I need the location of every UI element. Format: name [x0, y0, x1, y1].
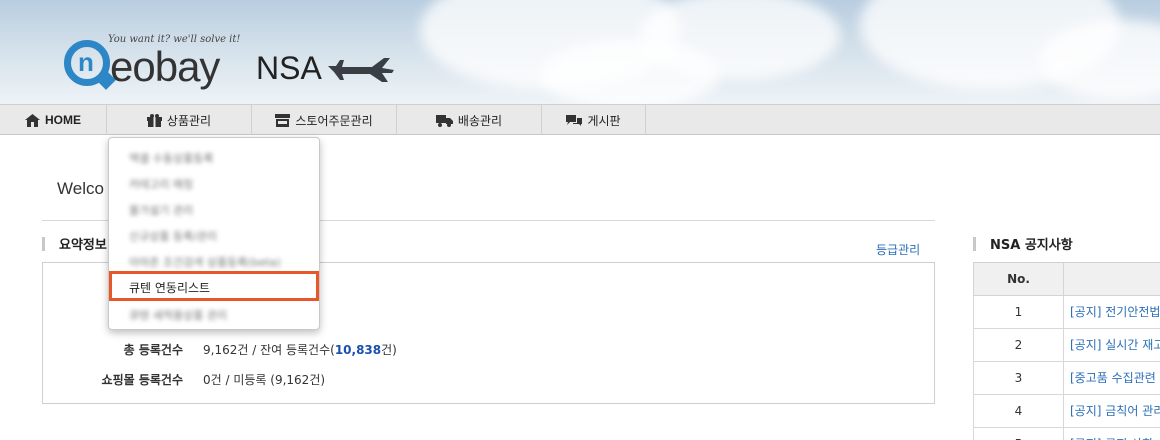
menu-item-price-manage[interactable]: 물가설기 관리	[129, 202, 193, 218]
notice-table: No. 1 [공지] 전기안전법 2 [공지] 실시간 재고 3 [중고품 수집…	[973, 262, 1160, 440]
notice-row-no: 2	[974, 329, 1064, 362]
menu-item-new-product[interactable]: 신규상품 등록/관리	[129, 228, 217, 244]
table-row[interactable]: 5 [공지] 공지 사항	[973, 428, 1160, 440]
table-row[interactable]: 4 [공지] 금칙어 관리	[973, 395, 1160, 428]
nav-shipping[interactable]: 배송관리	[397, 105, 542, 135]
notice-table-header: No.	[973, 263, 1160, 296]
gift-icon	[146, 113, 162, 127]
section-bar	[973, 236, 976, 251]
total-registered-value: 9,162건 / 잔여 등록건수(10,838건)	[203, 343, 397, 357]
welcome-text: Welco	[57, 179, 104, 198]
table-row[interactable]: 1 [공지] 전기안전법	[973, 296, 1160, 329]
truck-icon	[435, 114, 453, 127]
summary-title: 요약정보	[42, 234, 107, 253]
total-registered-label: 총 등록건수	[123, 343, 183, 357]
nav-store-orders[interactable]: 스토어주문관리	[252, 105, 397, 135]
grade-management-link[interactable]: 등급관리	[876, 241, 920, 258]
menu-item-amazon-search[interactable]: 아마존 조건검색 상품등록(beta)	[129, 254, 281, 270]
notice-col-no: No.	[974, 263, 1064, 296]
notice-row-no: 1	[974, 296, 1064, 329]
menu-item-qoo10-link-list[interactable]: 큐텐 연동리스트	[109, 271, 319, 301]
notice-row-title[interactable]: [공지] 전기안전법	[1070, 296, 1160, 329]
table-row[interactable]: 2 [공지] 실시간 재고	[973, 329, 1160, 362]
notice-row-title[interactable]: [공지] 금칙어 관리	[1070, 395, 1160, 428]
menu-item-excel-register[interactable]: 엑셀 수동상품등록	[129, 150, 213, 166]
nav-home[interactable]: HOME	[0, 105, 107, 135]
menu-item-qoo10-new[interactable]: 큐텐 새적용상품 관리	[129, 307, 227, 323]
notice-row-no: 4	[974, 395, 1064, 428]
notice-title: NSA 공지사항	[973, 234, 1073, 253]
products-dropdown-menu: 엑셀 수동상품등록 카테고리 매칭 물가설기 관리 신규상품 등록/관리 아마존…	[108, 137, 320, 330]
menu-item-label: 큐텐 연동리스트	[129, 281, 211, 295]
notice-row-no: 3	[974, 362, 1064, 395]
header-banner: You want it? we'll solve it! n eobay NSA	[0, 0, 1160, 104]
page: You want it? we'll solve it! n eobay NSA…	[0, 0, 1160, 440]
nav-board[interactable]: 게시판	[542, 105, 646, 135]
menu-item-category-match[interactable]: 카테고리 매칭	[129, 176, 193, 192]
airplane-icon	[328, 58, 394, 82]
store-icon	[275, 113, 291, 127]
chat-icon	[566, 114, 583, 126]
logo-nsa: NSA	[256, 50, 322, 86]
mall-registered-label: 쇼핑몰 등록건수	[101, 373, 183, 387]
logo-n-icon: n	[64, 40, 110, 86]
section-bar	[42, 236, 45, 251]
notice-row-no: 5	[974, 428, 1064, 440]
notice-row-title[interactable]: [공지] 실시간 재고	[1070, 329, 1160, 362]
home-icon	[25, 113, 40, 127]
logo[interactable]: You want it? we'll solve it! n eobay NSA	[30, 16, 394, 90]
total-registered-row: 총 등록건수 9,162건 / 잔여 등록건수(10,838건)	[43, 341, 397, 358]
table-row[interactable]: 3 [중고품 수집관련	[973, 362, 1160, 395]
logo-text: eobay	[110, 43, 220, 90]
main-nav: HOME 상품관리 스토어주문관리 배송관리 게시판	[0, 104, 1160, 135]
mall-registered-row: 쇼핑몰 등록건수 0건 / 미등록 (9,162건)	[43, 371, 326, 388]
notice-row-title[interactable]: [중고품 수집관련	[1070, 362, 1156, 395]
nav-products[interactable]: 상품관리	[107, 105, 252, 135]
mall-registered-value: 0건 / 미등록 (9,162건)	[203, 373, 326, 387]
notice-row-title[interactable]: [공지] 공지 사항	[1070, 428, 1153, 440]
